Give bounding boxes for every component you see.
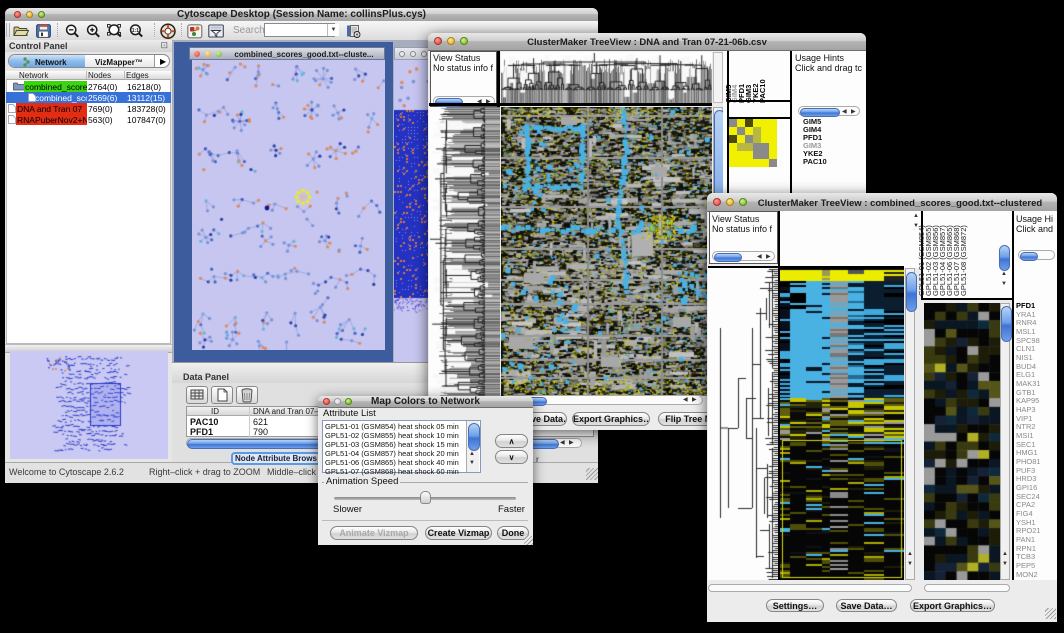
svg-text:1:1: 1:1 <box>132 28 139 34</box>
